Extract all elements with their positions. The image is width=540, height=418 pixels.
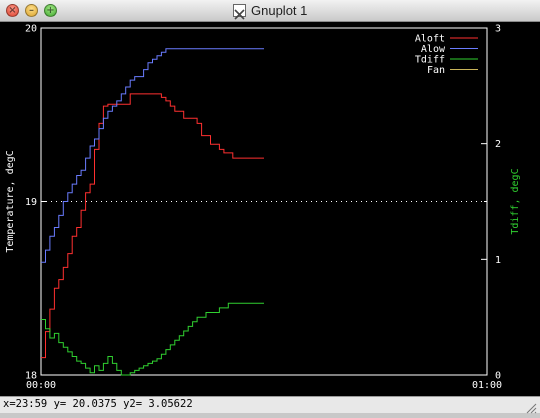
x11-icon — [233, 4, 246, 20]
plot-area[interactable]: 18 19 20 0 1 2 3 00:00 01:00 Temperature, degC Tdi… — [0, 22, 540, 413]
y2-tick-label: 2 — [495, 139, 501, 150]
x-tick-label: 01:00 — [472, 380, 502, 391]
title-bar[interactable]: × – + Gnuplot 1 — [0, 0, 540, 22]
legend-label-tdiff: Tdiff — [415, 55, 445, 66]
window-title: Gnuplot 1 — [251, 3, 308, 18]
resize-grip-icon[interactable] — [525, 399, 537, 414]
plot-frame — [40, 27, 488, 376]
y2-tick-label: 1 — [495, 255, 501, 266]
y-tick-label: 19 — [25, 197, 37, 208]
y-tick-label: 20 — [25, 24, 37, 35]
status-text: x=23:59 y= 20.0375 y2= 3.05622 — [3, 398, 193, 410]
y2-axis-label: Tdiff, degC — [510, 168, 521, 234]
status-bar: x=23:59 y= 20.0375 y2= 3.05622 — [0, 396, 540, 414]
y-axis-label: Temperature, degC — [5, 150, 16, 252]
close-icon[interactable]: × — [6, 4, 19, 17]
zoom-icon[interactable]: + — [44, 4, 57, 17]
series-line-aloft — [41, 93, 264, 359]
y2-tick-label: 3 — [495, 24, 501, 35]
legend-label-fan: Fan — [427, 65, 445, 76]
series-line-alow — [41, 48, 264, 263]
minimize-icon[interactable]: – — [25, 4, 38, 17]
legend-label-aloft: Aloft — [415, 34, 445, 45]
x-tick-label: 00:00 — [26, 380, 56, 391]
chart[interactable]: 181920012300:00 01:00Temperature, degC Tdi… — [0, 22, 540, 396]
gnuplot-window: × – + Gnuplot 1 18 19 20 0 1 2 3 00:00 01:00 Temp… — [0, 0, 540, 414]
legend-label-alow: Alow — [421, 44, 446, 55]
series-line-tdiff — [41, 302, 264, 376]
